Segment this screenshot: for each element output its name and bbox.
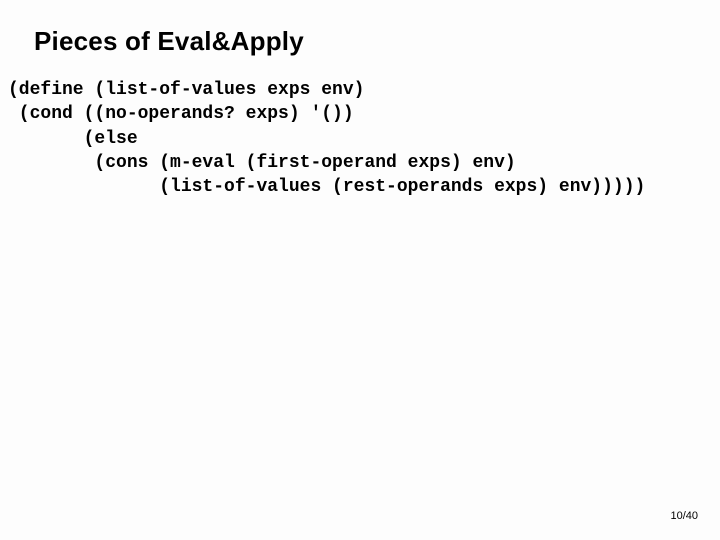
slide: Pieces of Eval&Apply (define (list-of-va… — [0, 0, 720, 540]
code-line: (else — [8, 129, 138, 149]
code-line: (cons (m-eval (first-operand exps) env) — [8, 153, 516, 173]
slide-title: Pieces of Eval&Apply — [34, 26, 304, 57]
code-line: (cond ((no-operands? exps) '()) — [8, 104, 354, 124]
page-number: 10/40 — [670, 510, 698, 522]
code-block: (define (list-of-values exps env) (cond … — [8, 78, 645, 199]
code-line: (list-of-values (rest-operands exps) env… — [8, 177, 645, 197]
code-line: (define (list-of-values exps env) — [8, 80, 364, 100]
